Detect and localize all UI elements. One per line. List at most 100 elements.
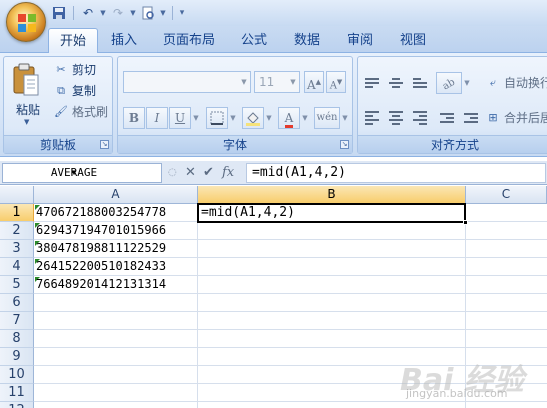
align-center-icon[interactable] [385, 108, 407, 128]
font-color-button[interactable]: A [278, 107, 300, 129]
cut-button[interactable]: ✂ 剪切 [54, 61, 96, 79]
clipboard-group-label: 剪贴板 [4, 135, 112, 153]
ribbon: 粘贴 ▼ ✂ 剪切 ⧉ 复制 🖌 格式刷 剪贴板 ↘ ▼ 11 ▼ A▲ A▼ … [0, 53, 547, 157]
cell-a2[interactable]: 629437194701015966 [36, 222, 166, 240]
row-header-2[interactable]: 2 [0, 222, 34, 240]
orientation-dropdown-icon[interactable]: ▼ [462, 72, 472, 94]
gridline [34, 329, 547, 330]
font-color-icon: A [284, 111, 294, 128]
wrap-text-button[interactable]: ⤶ 自动换行 [486, 74, 547, 92]
tab-page-layout[interactable]: 页面布局 [158, 28, 220, 53]
row-header-4[interactable]: 4 [0, 258, 34, 276]
row-header-10[interactable]: 10 [0, 366, 34, 384]
enter-icon[interactable]: ✔ [203, 165, 214, 180]
cell-a5[interactable]: 766489201412131314 [36, 276, 166, 294]
chevron-down-icon[interactable]: ▼ [3, 168, 145, 177]
gridline [34, 401, 547, 402]
orientation-icon: ab [440, 76, 457, 93]
undo-dropdown-icon[interactable]: ▼ [99, 9, 107, 17]
shrink-font-button[interactable]: A▼ [326, 71, 346, 93]
office-button[interactable] [6, 2, 46, 42]
font-launcher-icon[interactable]: ↘ [340, 140, 349, 149]
name-box[interactable]: AVERAGE ▼ [2, 163, 162, 183]
underline-button[interactable]: U [169, 107, 191, 129]
phonetic-button[interactable]: wén [314, 107, 340, 129]
align-bottom-icon[interactable] [409, 73, 431, 93]
tab-insert[interactable]: 插入 [104, 28, 144, 53]
cut-label: 剪切 [72, 63, 97, 77]
row-header-3[interactable]: 3 [0, 240, 34, 258]
format-painter-button[interactable]: 🖌 格式刷 [54, 103, 108, 121]
redo-icon[interactable]: ↷ [109, 5, 127, 21]
fill-handle[interactable] [463, 220, 468, 225]
paste-icon[interactable] [12, 63, 40, 97]
qat-dropdown-icon[interactable]: ▼ [159, 9, 167, 17]
row-header-8[interactable]: 8 [0, 330, 34, 348]
copy-button[interactable]: ⧉ 复制 [54, 82, 96, 100]
fill-color-button[interactable] [242, 107, 264, 129]
column-header-c[interactable]: C [466, 186, 547, 204]
insert-function-icon[interactable]: fx [222, 165, 234, 180]
tab-view[interactable]: 视图 [393, 28, 433, 53]
paste-button[interactable]: 粘贴 [16, 101, 40, 118]
active-cell-b1[interactable]: =mid(A1,4,2) [197, 203, 468, 225]
font-color-dropdown-icon[interactable]: ▼ [300, 107, 310, 129]
tab-review[interactable]: 审阅 [340, 28, 380, 53]
tab-home[interactable]: 开始 [48, 28, 98, 53]
quick-access-toolbar: ↶ ▼ ↷ ▼ ▼ ▾ [50, 4, 186, 22]
bold-button[interactable]: B [123, 107, 145, 129]
gridline [34, 347, 547, 348]
font-size-select[interactable]: 11 ▼ [254, 71, 300, 93]
cell-a4[interactable]: 264152200510182433 [36, 258, 166, 276]
baidu-watermark: Bai 经验 jingyan.baidu.com [400, 355, 524, 400]
increase-indent-icon[interactable] [460, 108, 482, 128]
formula-input[interactable]: =mid(A1,4,2) [246, 163, 546, 183]
active-cell-value: =mid(A1,4,2) [201, 205, 295, 220]
tab-formulas[interactable]: 公式 [234, 28, 274, 53]
row-header-11[interactable]: 11 [0, 384, 34, 402]
merge-center-button[interactable]: ⊞ 合并后居 [486, 109, 547, 127]
tab-data[interactable]: 数据 [287, 28, 327, 53]
decrease-indent-icon[interactable] [436, 108, 458, 128]
row-header-6[interactable]: 6 [0, 294, 34, 312]
merge-cells-icon: ⊞ [488, 111, 498, 124]
merge-center-label: 合并后居 [504, 111, 547, 125]
format-painter-label: 格式刷 [72, 105, 109, 119]
row-header-7[interactable]: 7 [0, 312, 34, 330]
copy-label: 复制 [72, 84, 97, 98]
row-header-12[interactable]: 12 [0, 402, 34, 408]
undo-icon[interactable]: ↶ [79, 5, 97, 21]
title-bar: ↶ ▼ ↷ ▼ ▼ ▾ [0, 0, 547, 42]
row-header-5[interactable]: 5 [0, 276, 34, 294]
alignment-group-label: 对齐方式 [358, 135, 547, 153]
customize-qat-icon[interactable]: ▾ [178, 8, 186, 18]
orientation-button[interactable]: ab [436, 72, 462, 94]
paste-dropdown-icon[interactable]: ▼ [24, 118, 29, 126]
font-name-select[interactable]: ▼ [123, 71, 251, 93]
borders-dropdown-icon[interactable]: ▼ [228, 107, 238, 129]
underline-dropdown-icon[interactable]: ▼ [191, 107, 201, 129]
redo-dropdown-icon[interactable]: ▼ [129, 9, 137, 17]
italic-button[interactable]: I [146, 107, 168, 129]
column-header-b[interactable]: B [198, 186, 466, 204]
grow-font-button[interactable]: A▲ [304, 71, 324, 93]
resize-handle-icon[interactable]: ◌ [168, 167, 177, 178]
align-middle-icon[interactable] [385, 73, 407, 93]
print-preview-icon[interactable] [139, 5, 157, 21]
cell-a3[interactable]: 380478198811122529 [36, 240, 166, 258]
clipboard-launcher-icon[interactable]: ↘ [100, 140, 109, 149]
cell-a1[interactable]: 470672188003254778 [36, 204, 166, 222]
gridline [197, 204, 198, 408]
row-header-1[interactable]: 1 [0, 204, 34, 222]
align-left-icon[interactable] [361, 108, 383, 128]
align-right-icon[interactable] [409, 108, 431, 128]
align-top-icon[interactable] [361, 73, 383, 93]
select-all-corner[interactable] [0, 186, 34, 204]
fill-color-dropdown-icon[interactable]: ▼ [264, 107, 274, 129]
cancel-icon[interactable]: ✕ [185, 165, 196, 180]
borders-button[interactable] [206, 107, 228, 129]
column-header-a[interactable]: A [34, 186, 198, 204]
save-icon[interactable] [50, 5, 68, 21]
phonetic-dropdown-icon[interactable]: ▼ [340, 107, 350, 129]
row-header-9[interactable]: 9 [0, 348, 34, 366]
